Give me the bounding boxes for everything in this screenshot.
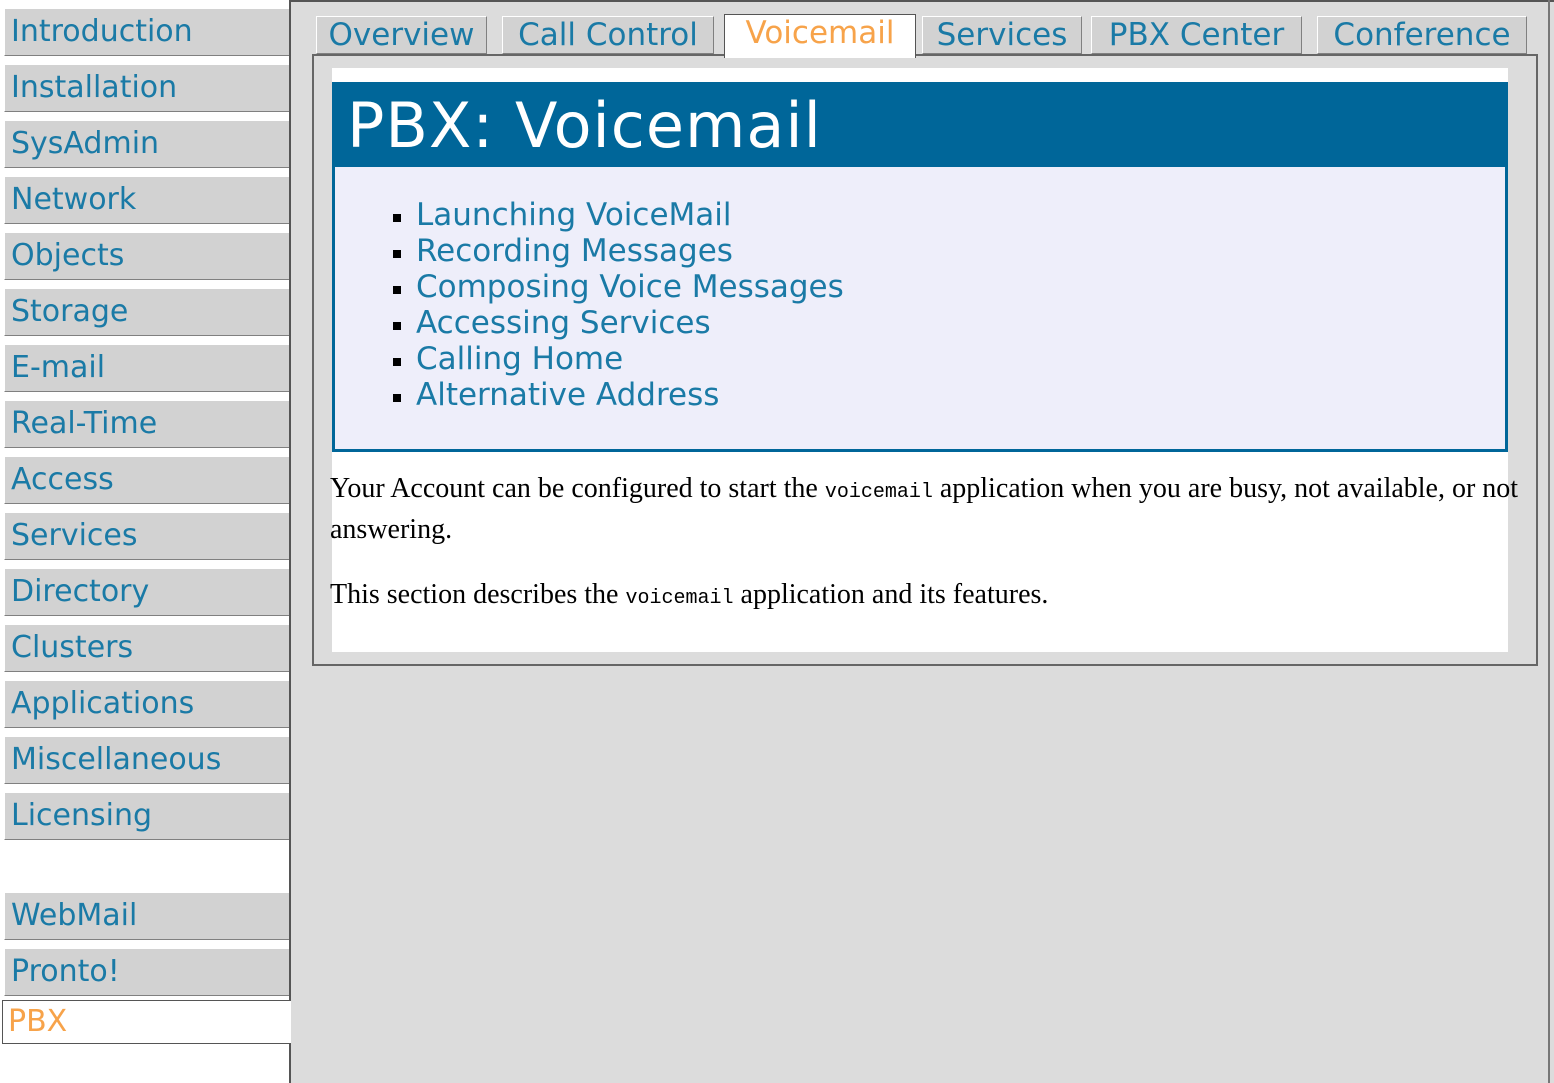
code-term: voicemail [824,481,933,504]
sidebar-nav: Introduction Installation SysAdmin Netwo… [0,0,291,1083]
sidebar-item-network[interactable]: Network [4,176,290,224]
sidebar-item-sysadmin[interactable]: SysAdmin [4,120,290,168]
sidebar-item-objects[interactable]: Objects [4,232,290,280]
paragraph-text: Your Account can be configured to start … [330,473,825,504]
toc-link-launching-voicemail[interactable]: Launching VoiceMail [393,197,844,233]
sidebar-item-miscellaneous[interactable]: Miscellaneous [4,736,290,784]
paragraph-text: This section describes the [330,579,626,610]
sidebar-item-access[interactable]: Access [4,456,290,504]
toc-link-label: Alternative Address [416,377,720,413]
sidebar-item-pronto[interactable]: Pronto! [4,948,290,996]
page-title: PBX: Voicemail [347,89,822,162]
bullet-icon [393,214,401,222]
toc-link-label: Recording Messages [416,233,733,269]
tab-pbx-center[interactable]: PBX Center [1091,16,1302,54]
toc-link-label: Composing Voice Messages [416,269,844,305]
content-frame: PBX: Voicemail Launching VoiceMail Recor… [312,54,1538,666]
sidebar-item-introduction[interactable]: Introduction [4,8,290,56]
sidebar-item-installation[interactable]: Installation [4,64,290,112]
title-box: PBX: Voicemail Launching VoiceMail Recor… [332,82,1508,452]
sidebar-item-storage[interactable]: Storage [4,288,290,336]
sidebar-item-pbx[interactable]: PBX [2,1000,291,1044]
bullet-icon [393,394,401,402]
bullet-icon [393,358,401,366]
toc-link-accessing-services[interactable]: Accessing Services [393,305,844,341]
main-right-border [1548,0,1550,1083]
sidebar-item-e-mail[interactable]: E-mail [4,344,290,392]
sidebar-item-services[interactable]: Services [4,512,290,560]
toc-link-label: Launching VoiceMail [416,197,732,233]
tab-call-control[interactable]: Call Control [502,16,714,54]
sidebar-item-clusters[interactable]: Clusters [4,624,290,672]
toc-link-label: Accessing Services [416,305,711,341]
bullet-icon [393,322,401,330]
toc-link-label: Calling Home [416,341,624,377]
tab-services[interactable]: Services [922,16,1082,54]
paragraph-text: application and its features. [733,579,1049,610]
description-paragraph: This section describes the voicemail app… [330,576,1520,617]
sidebar-item-webmail[interactable]: WebMail [4,892,290,940]
bullet-icon [393,286,401,294]
code-term: voicemail [625,587,734,610]
sidebar-item-licensing[interactable]: Licensing [4,792,290,840]
sidebar-item-applications[interactable]: Applications [4,680,290,728]
main-content-area: Overview Call Control Voicemail Services… [291,0,1554,1083]
toc-link-composing-voice-messages[interactable]: Composing Voice Messages [393,269,844,305]
table-of-contents: Launching VoiceMail Recording Messages C… [393,197,844,413]
toc-link-calling-home[interactable]: Calling Home [393,341,844,377]
sidebar-item-directory[interactable]: Directory [4,568,290,616]
tab-conference[interactable]: Conference [1317,16,1527,54]
main-top-border [291,0,1554,2]
tab-voicemail[interactable]: Voicemail [724,14,916,58]
tab-overview[interactable]: Overview [316,16,487,54]
bullet-icon [393,250,401,258]
content-panel: PBX: Voicemail Launching VoiceMail Recor… [330,68,1518,652]
sidebar-item-real-time[interactable]: Real-Time [4,400,290,448]
toc-link-alternative-address[interactable]: Alternative Address [393,377,844,413]
title-bar: PBX: Voicemail [335,85,1505,167]
toc-link-recording-messages[interactable]: Recording Messages [393,233,844,269]
intro-paragraph: Your Account can be configured to start … [330,470,1520,548]
